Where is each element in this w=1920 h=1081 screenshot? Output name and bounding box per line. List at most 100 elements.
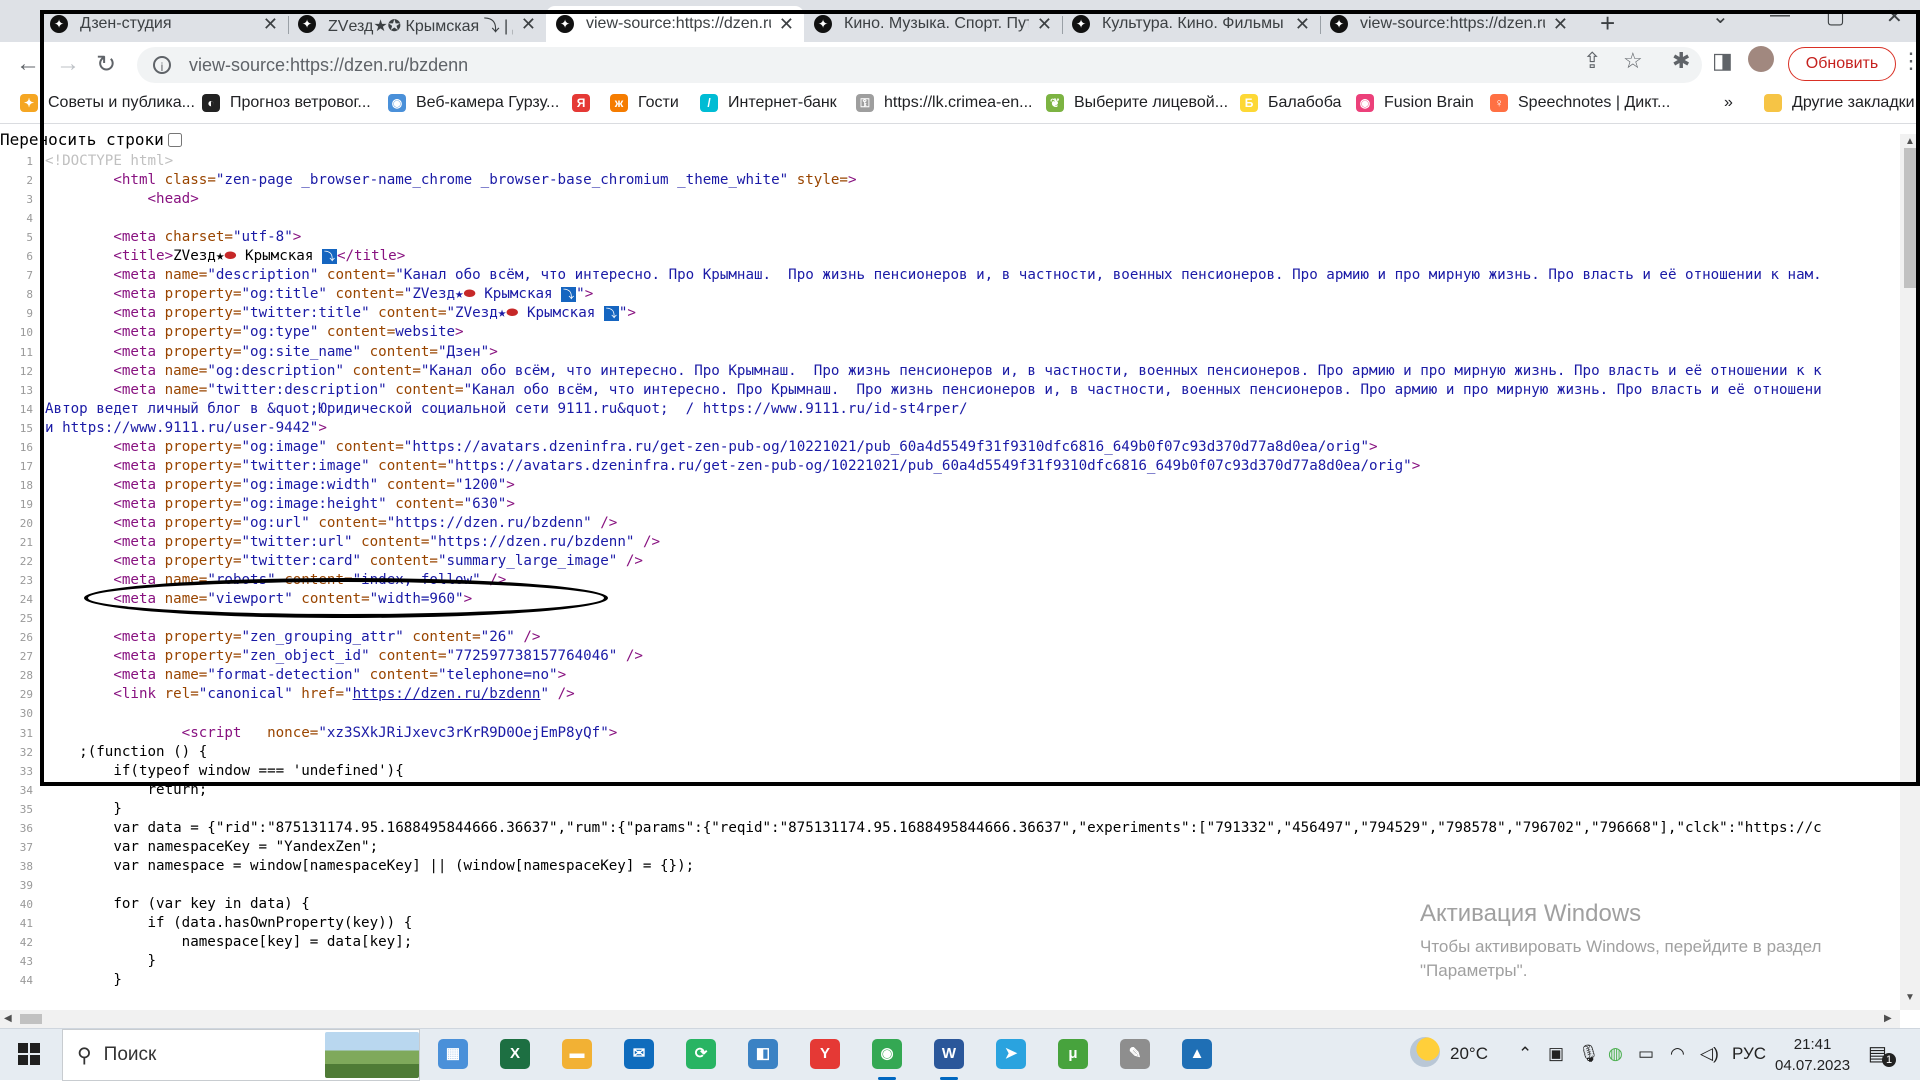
line-code: var namespace = window[namespaceKey] || … — [45, 857, 695, 874]
activation-watermark-title: Активация Windows — [1420, 900, 1642, 927]
line-number: 25 — [19, 612, 33, 626]
line-number: 13 — [19, 383, 33, 397]
wifi-icon[interactable]: ◠ — [1670, 1044, 1685, 1064]
taskbar-search-placeholder: Поиск — [103, 1044, 157, 1065]
line-number: 39 — [19, 878, 33, 892]
line-number: 32 — [19, 745, 33, 759]
chrome-app-icon[interactable]: ◉ — [872, 1039, 902, 1080]
taskbar: ⚲ Поиск ▦ X ▬ ✉ ⟳ ◧ Y ◉ W ➤ μ ✎ ▲ 20°C ⌃ ▣ 🎙 ◍ ▭ ◠ ◁… — [0, 1028, 1920, 1081]
clock-time: 21:41 — [1793, 1036, 1832, 1053]
input-language[interactable]: РУС — [1732, 1044, 1766, 1064]
meeting-app-icon[interactable]: ◧ — [748, 1039, 778, 1069]
line-number: 17 — [19, 459, 33, 473]
line-number: 7 — [26, 269, 33, 283]
line-number: 16 — [19, 440, 33, 454]
notification-count-badge: 1 — [1882, 1053, 1896, 1067]
line-number: 12 — [19, 364, 33, 378]
line-number: 34 — [19, 783, 33, 797]
source-line: 37 var namespaceKey = "YandexZen"; — [0, 838, 1900, 857]
weather-temperature[interactable]: 20°C — [1450, 1044, 1488, 1064]
bookmark-favicon-icon: ✦ — [20, 94, 38, 112]
line-number: 42 — [19, 936, 33, 950]
battery-icon[interactable]: ▭ — [1638, 1044, 1654, 1064]
highlight-rectangle — [40, 10, 1920, 786]
start-button[interactable] — [18, 1043, 40, 1065]
file-explorer-app-icon[interactable]: ▬ — [562, 1039, 592, 1069]
excel-app-icon[interactable]: X — [500, 1039, 530, 1069]
line-code: namespace[key] = data[key]; — [45, 934, 413, 951]
source-line: 39 — [0, 876, 1900, 895]
utorrent-app-icon[interactable]: μ — [1058, 1039, 1088, 1069]
line-number: 24 — [19, 593, 33, 607]
line-number: 21 — [19, 536, 33, 549]
activation-watermark-text: Чтобы активировать Windows, перейдите в … — [1420, 937, 1822, 980]
update-tray-icon[interactable]: ◍ — [1608, 1044, 1623, 1064]
line-number: 31 — [19, 726, 33, 740]
line-number: 14 — [19, 402, 33, 416]
line-number: 10 — [19, 326, 33, 340]
line-number: 26 — [19, 631, 33, 645]
line-number: 22 — [19, 555, 33, 569]
line-number: 19 — [19, 497, 33, 511]
line-code: } — [45, 972, 122, 989]
paint-app-icon[interactable]: ✎ — [1120, 1039, 1150, 1069]
scroll-left-icon[interactable]: ◀ — [4, 1013, 12, 1024]
line-number: 30 — [19, 707, 33, 721]
green-app-icon[interactable]: ⟳ — [686, 1039, 716, 1069]
line-number: 38 — [19, 859, 33, 873]
line-number: 28 — [19, 669, 33, 683]
line-number: 33 — [19, 764, 33, 778]
line-number: 8 — [26, 288, 33, 302]
source-line: 35 } — [0, 800, 1900, 819]
search-highlight-image — [325, 1032, 419, 1078]
yandex-browser-icon[interactable]: Y — [810, 1039, 840, 1069]
line-number: 3 — [26, 193, 33, 207]
line-number: 29 — [19, 688, 33, 702]
show-hidden-icons[interactable]: ⌃ — [1518, 1044, 1532, 1064]
word-app-icon[interactable]: W — [934, 1039, 964, 1080]
back-icon[interactable]: ← — [16, 50, 40, 78]
search-icon: ⚲ — [77, 1044, 92, 1067]
weather-icon[interactable] — [1410, 1037, 1440, 1067]
line-number: 4 — [26, 212, 33, 226]
source-line: 38 var namespace = window[namespaceKey] … — [0, 857, 1900, 876]
line-number: 41 — [19, 917, 33, 930]
mail-app-icon[interactable]: ✉ — [624, 1039, 654, 1069]
line-number: 6 — [26, 250, 33, 264]
microphone-icon[interactable]: 🎙 — [1578, 1044, 1600, 1064]
calculator-app-icon[interactable]: ▦ — [438, 1039, 468, 1069]
line-number: 40 — [19, 897, 33, 911]
taskbar-search[interactable]: ⚲ Поиск — [62, 1029, 420, 1081]
line-code: } — [45, 953, 157, 970]
line-number: 23 — [19, 574, 33, 588]
scroll-right-icon[interactable]: ▶ — [1884, 1013, 1892, 1024]
line-number: 5 — [26, 231, 33, 245]
horizontal-scroll-thumb[interactable] — [20, 1014, 42, 1024]
source-line: 36 var data = {"rid":"875131174.95.16884… — [0, 819, 1900, 838]
telegram-app-icon[interactable]: ➤ — [996, 1039, 1026, 1069]
line-code: var data = {"rid":"875131174.95.16884958… — [45, 819, 1822, 836]
line-number: 35 — [19, 802, 33, 816]
line-number: 36 — [19, 821, 33, 835]
highlight-ellipse — [84, 578, 608, 618]
volume-icon[interactable]: ◁) — [1700, 1044, 1719, 1064]
line-number: 9 — [26, 307, 33, 321]
line-code: if (data.hasOwnProperty(key)) { — [45, 915, 413, 931]
line-number: 11 — [19, 345, 33, 359]
line-code: var namespaceKey = "YandexZen"; — [45, 838, 379, 855]
line-code: for (var key in data) { — [45, 895, 310, 912]
clock-date: 04.07.2023 — [1775, 1057, 1851, 1074]
line-number: 43 — [19, 955, 33, 969]
meet-icon[interactable]: ▣ — [1548, 1044, 1564, 1064]
photos-app-icon[interactable]: ▲ — [1182, 1039, 1212, 1069]
line-number: 37 — [19, 840, 33, 854]
clock[interactable]: 21:41 04.07.2023 — [1775, 1034, 1850, 1076]
line-number: 2 — [26, 174, 33, 188]
line-number: 20 — [19, 516, 33, 530]
horizontal-scrollbar[interactable]: ◀ ▶ — [0, 1010, 1900, 1028]
line-number: 18 — [19, 478, 33, 492]
line-number: 44 — [19, 974, 33, 988]
line-number: 15 — [19, 421, 33, 435]
line-number: 1 — [26, 155, 33, 168]
scroll-down-icon[interactable]: ▼ — [1905, 992, 1915, 1003]
